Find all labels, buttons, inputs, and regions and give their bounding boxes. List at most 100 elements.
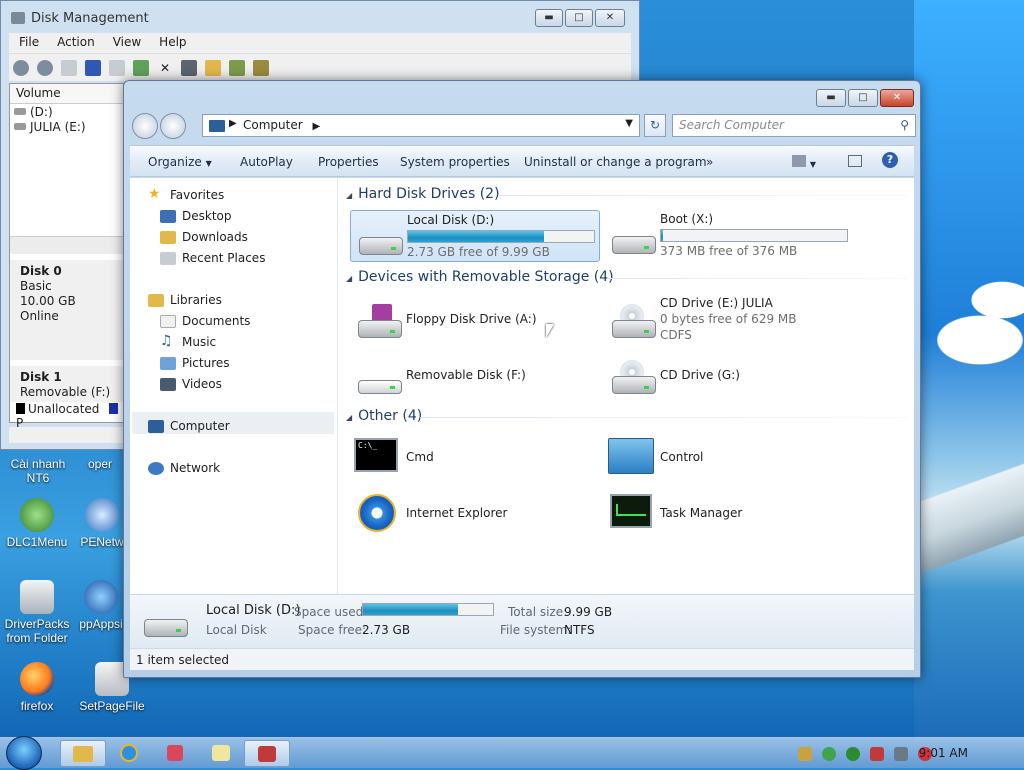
address-dropdown-icon[interactable]: ▼ (625, 118, 633, 129)
disk-0-name: Disk 0 (20, 264, 62, 278)
console-tree-icon[interactable] (61, 59, 77, 76)
column-header-volume[interactable]: Volume (10, 84, 124, 104)
preview-pane-button[interactable] (848, 155, 862, 170)
volume-row[interactable]: JULIA (E:) (10, 119, 124, 134)
close-button[interactable]: ✕ (595, 9, 625, 27)
nav-item-desktop[interactable]: Desktop (160, 209, 232, 223)
taskbar-clock[interactable]: 9:01 AM (919, 746, 968, 760)
group-header-other[interactable]: ◢ Other (4) (346, 408, 422, 424)
menu-action[interactable]: Action (57, 35, 95, 51)
nav-item-pictures[interactable]: Pictures (160, 356, 230, 370)
explorer-navigation-bar: ▶ Computer ▶ ▼ ↻ Search Computer ⚲ (132, 111, 916, 139)
documents-icon (160, 315, 176, 328)
system-properties-button[interactable]: System properties (400, 155, 510, 169)
firefox-icon (20, 662, 54, 696)
help-icon[interactable] (85, 59, 101, 76)
taskbar-app-button[interactable] (152, 740, 198, 767)
address-bar[interactable]: ▶ Computer ▶ ▼ (202, 114, 640, 137)
maximize-button[interactable]: □ (848, 89, 878, 107)
search-input[interactable]: Search Computer ⚲ (672, 114, 916, 137)
taskbar-app-button[interactable] (198, 740, 244, 767)
uninstall-program-button[interactable]: Uninstall or change a program (524, 155, 707, 169)
tray-icon[interactable] (870, 747, 884, 761)
command-bar: Organize ▼ AutoPlay Properties System pr… (130, 145, 914, 177)
nav-item-music[interactable]: ♫ Music (160, 333, 216, 349)
drive-tile-local-disk-d[interactable]: Local Disk (D:) 2.73 GB free of 9.99 GB (350, 210, 600, 262)
nav-item-libraries[interactable]: Libraries (148, 293, 222, 307)
back-button[interactable] (132, 113, 158, 139)
breadcrumb-chevron-icon[interactable]: ▶ (312, 121, 320, 132)
nav-item-documents[interactable]: Documents (160, 314, 250, 328)
menu-file[interactable]: File (19, 35, 39, 51)
volume-row[interactable]: (D:) (10, 104, 124, 119)
group-header-removable-storage[interactable]: ◢ Devices with Removable Storage (4) (346, 269, 614, 285)
disk-1-panel[interactable]: Disk 1 Removable (F:) (10, 366, 124, 402)
music-icon: ♫ (160, 333, 173, 349)
menu-view[interactable]: View (113, 35, 141, 51)
group-header-hard-disk-drives[interactable]: ◢ Hard Disk Drives (2) (346, 186, 500, 202)
forward-arrow-icon[interactable] (37, 59, 53, 76)
nav-item-recent-places[interactable]: Recent Places (160, 251, 265, 265)
nav-item-favorites[interactable]: ★ Favorites (148, 186, 224, 202)
change-view-button[interactable]: ▼ (792, 155, 816, 170)
view-icon[interactable] (109, 59, 125, 76)
breadcrumb-computer[interactable]: Computer (243, 118, 303, 132)
nav-item-downloads[interactable]: Downloads (160, 230, 248, 244)
desktop-icon-penetw[interactable]: PENetw (74, 498, 130, 549)
nav-item-network[interactable]: Network (148, 461, 220, 475)
disk-0-panel[interactable]: Disk 0 Basic 10.00 GB Online (10, 260, 124, 360)
breadcrumb-separator-icon[interactable]: ▶ (229, 118, 237, 129)
taskbar-ie-button[interactable] (106, 740, 152, 767)
delete-icon[interactable]: ✕ (157, 60, 173, 76)
more-commands-button[interactable]: » (706, 155, 713, 169)
drive-tile-boot-x[interactable]: Boot (X:) 373 MB free of 376 MB (604, 210, 854, 262)
drive-tile-cd-e[interactable]: CD Drive (E:) JULIA 0 bytes free of 629 … (604, 294, 854, 346)
item-internet-explorer[interactable]: Internet Explorer (350, 490, 600, 542)
nav-item-videos[interactable]: Videos (160, 377, 222, 391)
refresh-button[interactable]: ↻ (644, 114, 666, 137)
network-icon[interactable] (894, 747, 908, 761)
item-task-manager[interactable]: Task Manager (604, 490, 854, 542)
play-icon[interactable] (846, 747, 860, 761)
tray-icon[interactable] (798, 747, 812, 761)
minimize-button[interactable]: ▬ (816, 89, 846, 107)
refresh-icon[interactable] (133, 59, 149, 76)
drive-tile-removable-f[interactable]: Removable Disk (F:) (350, 350, 600, 402)
drive-tile-floppy-a[interactable]: Floppy Disk Drive (A:) (350, 294, 600, 346)
minimize-button[interactable]: ▬ (535, 9, 563, 27)
help-button[interactable]: ? (882, 152, 898, 168)
taskbar-explorer-button[interactable] (60, 740, 106, 767)
close-button[interactable]: ✕ (880, 89, 914, 107)
drive-tile-cd-g[interactable]: CD Drive (G:) (604, 350, 854, 402)
back-arrow-icon[interactable] (13, 59, 29, 76)
organize-button[interactable]: Organize ▼ (148, 155, 212, 169)
maximize-button[interactable]: □ (565, 9, 593, 27)
start-button[interactable] (6, 736, 42, 770)
properties-icon[interactable] (181, 59, 197, 76)
search-icon[interactable] (229, 59, 245, 76)
item-control[interactable]: Control (604, 434, 854, 486)
collapse-triangle-icon: ◢ (346, 274, 353, 283)
desktop-icon-firefox[interactable]: firefox (0, 662, 77, 713)
autoplay-button[interactable]: AutoPlay (240, 155, 293, 169)
menu-help[interactable]: Help (159, 35, 186, 51)
desktop-icon-ppapps[interactable]: ppAppsi (72, 580, 130, 631)
drive-body (358, 320, 402, 338)
desktop-icon-driverpacks[interactable]: DriverPacks from Folder (0, 580, 77, 645)
item-cmd[interactable]: C:\_ Cmd (350, 434, 600, 486)
settings-icon[interactable] (253, 59, 269, 76)
open-folder-icon[interactable] (205, 59, 221, 76)
collapse-triangle-icon: ◢ (346, 413, 353, 422)
tray-icon[interactable] (822, 747, 836, 761)
drive-body (612, 320, 656, 338)
nav-item-computer[interactable]: Computer (148, 419, 230, 433)
explorer-window[interactable]: ▬ □ ✕ ▶ Computer ▶ ▼ ↻ Search Computer ⚲… (123, 80, 921, 678)
forward-button[interactable] (160, 113, 186, 139)
taskbar-disk-management-button[interactable] (244, 740, 290, 767)
disk-management-toolbar: ✕ (9, 53, 631, 81)
hard-drive-icon (355, 221, 403, 257)
properties-button[interactable]: Properties (318, 155, 379, 169)
horizontal-scrollbar[interactable] (10, 236, 124, 254)
mouse-cursor-icon (546, 324, 554, 338)
desktop-icon-dlc1menu[interactable]: DLC1Menu (0, 498, 77, 549)
